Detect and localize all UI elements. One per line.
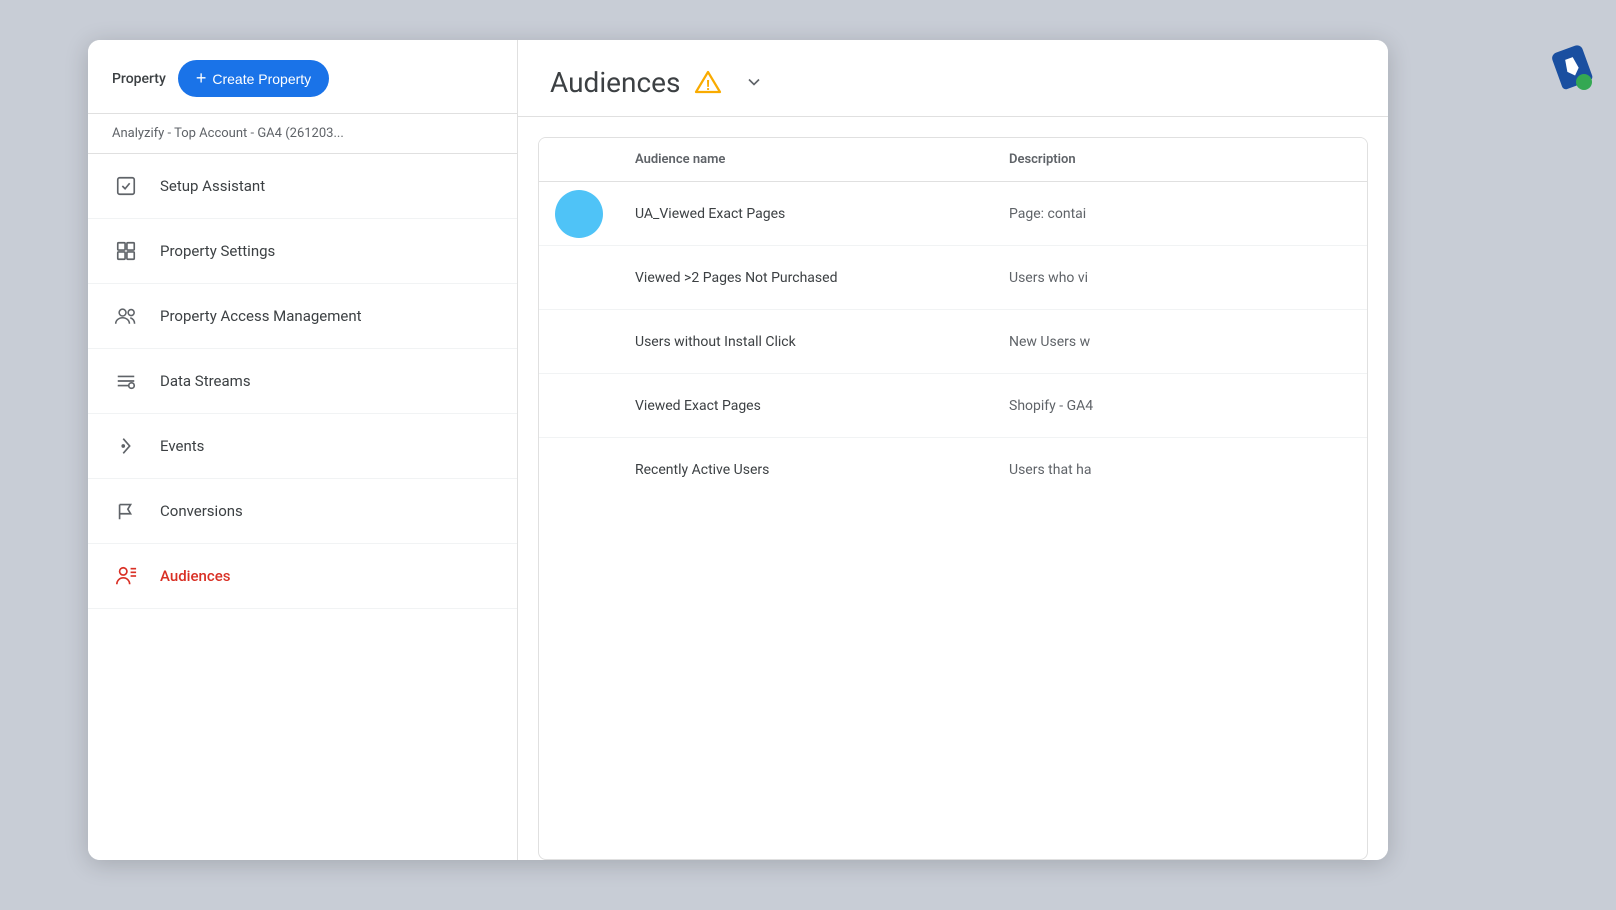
audiences-dropdown-button[interactable] [736, 64, 772, 100]
main-content: Audiences ! Audience name Description [518, 40, 1388, 860]
sidebar-item-property-access-label: Property Access Management [160, 307, 362, 325]
table-header: Audience name Description [539, 138, 1367, 182]
audience-name-cell: Recently Active Users [619, 446, 993, 494]
sidebar: Property + Create Property Analyzify - T… [88, 40, 518, 860]
audience-name-cell: Viewed Exact Pages [619, 382, 993, 430]
people-icon [112, 302, 140, 330]
audience-name-cell: Viewed >2 Pages Not Purchased [619, 254, 993, 302]
sidebar-item-events[interactable]: Events [88, 414, 517, 479]
audience-description-cell: Users who vi [993, 254, 1367, 302]
warning-icon: ! [694, 68, 722, 96]
audience-name-cell: UA_Viewed Exact Pages [619, 190, 993, 238]
green-status-dot [1576, 74, 1592, 90]
audience-description-cell: Page: contai [993, 190, 1367, 238]
pen-tool-icon[interactable] [1556, 48, 1588, 86]
data-streams-icon [112, 367, 140, 395]
sidebar-item-property-settings[interactable]: Property Settings [88, 219, 517, 284]
sidebar-item-setup-assistant-label: Setup Assistant [160, 177, 265, 195]
page-title: Audiences [550, 66, 680, 99]
main-header: Audiences ! [518, 40, 1388, 117]
checkbox-icon [112, 172, 140, 200]
audience-description-cell: Users that ha [993, 446, 1367, 494]
table-row[interactable]: Recently Active Users Users that ha [539, 438, 1367, 502]
table-row[interactable]: Viewed >2 Pages Not Purchased Users who … [539, 246, 1367, 310]
sidebar-item-conversions-label: Conversions [160, 502, 243, 520]
app-window: Property + Create Property Analyzify - T… [88, 40, 1388, 860]
sidebar-item-conversions[interactable]: Conversions [88, 479, 517, 544]
audience-description-cell: New Users w [993, 318, 1367, 366]
table-row[interactable]: Users without Install Click New Users w [539, 310, 1367, 374]
sidebar-item-data-streams[interactable]: Data Streams [88, 349, 517, 414]
create-property-button[interactable]: + Create Property [178, 60, 329, 97]
col-header-name: Audience name [619, 138, 993, 181]
sidebar-item-data-streams-label: Data Streams [160, 372, 251, 390]
audiences-icon [112, 562, 140, 590]
audiences-table: Audience name Description UA_Viewed Exac… [538, 137, 1368, 860]
events-icon [112, 432, 140, 460]
plus-icon: + [196, 68, 207, 89]
audience-avatar [555, 190, 603, 238]
audience-description-cell: Shopify - GA4 [993, 382, 1367, 430]
table-row[interactable]: Viewed Exact Pages Shopify - GA4 [539, 374, 1367, 438]
fab-area [1556, 48, 1588, 86]
property-settings-icon [112, 237, 140, 265]
sidebar-header: Property + Create Property [88, 40, 517, 114]
table-row[interactable]: UA_Viewed Exact Pages Page: contai [539, 182, 1367, 246]
sidebar-item-property-access[interactable]: Property Access Management [88, 284, 517, 349]
sidebar-item-setup-assistant[interactable]: Setup Assistant [88, 154, 517, 219]
col-header-description: Description [993, 138, 1367, 181]
row-avatar [539, 190, 619, 238]
account-name: Analyzify - Top Account - GA4 (261203... [88, 114, 517, 154]
property-label: Property [112, 71, 166, 87]
sidebar-item-events-label: Events [160, 437, 204, 455]
svg-text:!: ! [707, 78, 711, 94]
nav-list: Setup Assistant Property Settings [88, 154, 517, 860]
flag-icon [112, 497, 140, 525]
audience-name-cell: Users without Install Click [619, 318, 993, 366]
sidebar-item-property-settings-label: Property Settings [160, 242, 275, 260]
create-property-label: Create Property [212, 71, 311, 87]
sidebar-item-audiences-label: Audiences [160, 567, 230, 585]
sidebar-item-audiences[interactable]: Audiences [88, 544, 517, 609]
